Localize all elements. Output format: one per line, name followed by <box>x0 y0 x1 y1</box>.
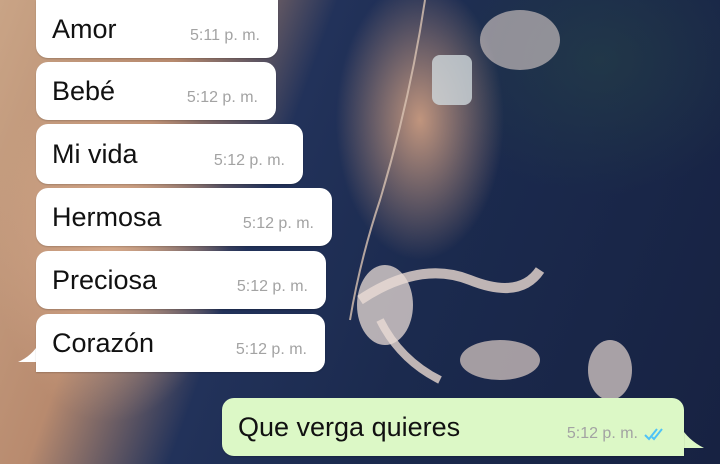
message-text: Corazón <box>52 327 155 358</box>
message-text: Bebé <box>52 75 116 106</box>
message-timestamp: 5:12 p. m. <box>236 278 308 295</box>
message-bubble-incoming[interactable]: Amor 5:11 p. m. <box>36 0 278 58</box>
message-text: Mi vida <box>52 138 138 169</box>
message-timestamp: 5:12 p. m. <box>186 89 258 106</box>
message-timestamp: 5:11 p. m. <box>190 27 260 44</box>
message-timestamp: 5:12 p. m. <box>567 425 666 443</box>
message-text: Amor <box>52 13 117 44</box>
message-bubble-outgoing[interactable]: Que verga quieres 5:12 p. m. <box>222 398 684 456</box>
message-time-label: 5:12 p. m. <box>566 425 638 442</box>
double-check-icon <box>644 428 663 441</box>
message-bubble-incoming[interactable]: Hermosa 5:12 p. m. <box>36 188 332 246</box>
message-timestamp: 5:12 p. m. <box>213 152 285 169</box>
message-bubble-incoming[interactable]: Preciosa 5:12 p. m. <box>36 251 326 309</box>
message-text: Preciosa <box>52 264 158 295</box>
message-text: Que verga quieres <box>238 411 461 442</box>
message-bubble-incoming[interactable]: Bebé 5:12 p. m. <box>36 62 276 120</box>
message-text: Hermosa <box>52 201 162 232</box>
message-timestamp: 5:12 p. m. <box>242 215 314 232</box>
message-bubble-incoming[interactable]: Mi vida 5:12 p. m. <box>36 124 303 184</box>
message-timestamp: 5:12 p. m. <box>235 341 307 358</box>
message-bubble-incoming[interactable]: Corazón 5:12 p. m. <box>36 314 325 372</box>
